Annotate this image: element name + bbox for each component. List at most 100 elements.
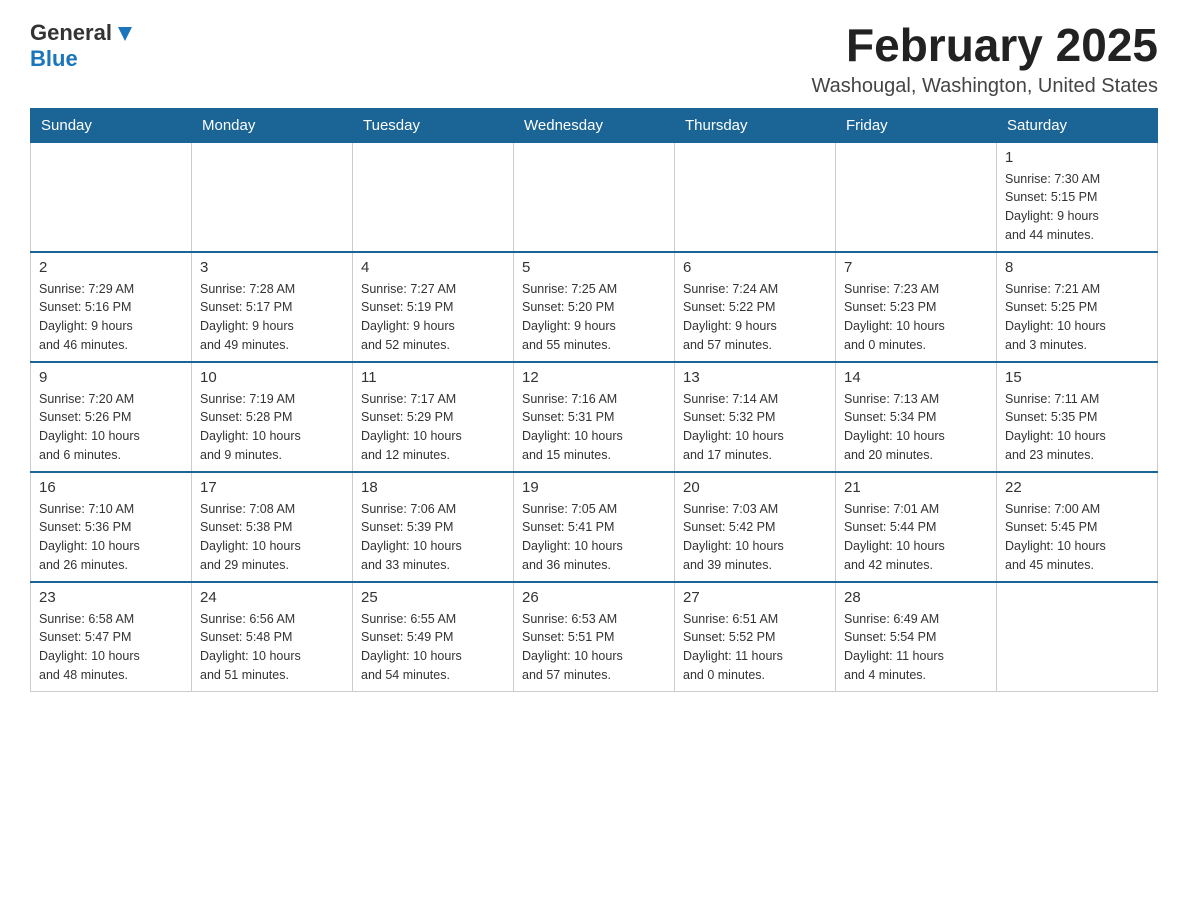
calendar-cell: 26 Sunrise: 6:53 AM Sunset: 5:51 PM Dayli… xyxy=(514,582,675,692)
day-info: Sunrise: 7:24 AM Sunset: 5:22 PM Dayligh… xyxy=(683,280,827,355)
calendar-cell: 27 Sunrise: 6:51 AM Sunset: 5:52 PM Dayli… xyxy=(675,582,836,692)
day-info: Sunrise: 7:00 AM Sunset: 5:45 PM Dayligh… xyxy=(1005,500,1149,575)
day-info: Sunrise: 6:58 AM Sunset: 5:47 PM Dayligh… xyxy=(39,610,183,685)
day-number: 16 xyxy=(39,479,183,496)
calendar-header-row: SundayMondayTuesdayWednesdayThursdayFrid… xyxy=(31,108,1158,142)
day-info: Sunrise: 7:19 AM Sunset: 5:28 PM Dayligh… xyxy=(200,390,344,465)
calendar-cell: 24Sunrise: 6:56 AM Sunset: 5:48 PM Dayli… xyxy=(192,582,353,692)
calendar-cell xyxy=(514,142,675,252)
day-info: Sunrise: 7:28 AM Sunset: 5:17 PM Dayligh… xyxy=(200,280,344,355)
calendar-cell xyxy=(353,142,514,252)
location-subtitle: Washougal, Washington, United States xyxy=(812,75,1158,98)
weekday-header-monday: Monday xyxy=(192,108,353,142)
day-number: 18 xyxy=(361,479,505,496)
day-info: Sunrise: 7:29 AM Sunset: 5:16 PM Dayligh… xyxy=(39,280,183,355)
calendar-cell: 10 Sunrise: 7:19 AM Sunset: 5:28 PM Dayli… xyxy=(192,362,353,472)
day-number: 5 xyxy=(522,259,666,276)
calendar-cell: 1 Sunrise: 7:30 AM Sunset: 5:15 PM Daylig… xyxy=(997,142,1158,252)
calendar-cell: 4 Sunrise: 7:27 AM Sunset: 5:19 PM Daylig… xyxy=(353,252,514,362)
calendar-cell: 13 Sunrise: 7:14 AM Sunset: 5:32 PM Dayli… xyxy=(675,362,836,472)
logo: General Blue xyxy=(30,20,136,72)
month-title: February 2025 xyxy=(812,20,1158,71)
day-number: 19 xyxy=(522,479,666,496)
page-header: General Blue February 2025 Washougal, Wa… xyxy=(30,20,1158,98)
day-number: 13 xyxy=(683,369,827,386)
calendar-cell: 9 Sunrise: 7:20 AM Sunset: 5:26 PM Daylig… xyxy=(31,362,192,472)
calendar-cell: 20Sunrise: 7:03 AM Sunset: 5:42 PM Dayli… xyxy=(675,472,836,582)
calendar-cell: 6 Sunrise: 7:24 AM Sunset: 5:22 PM Daylig… xyxy=(675,252,836,362)
calendar-week-row: 23 Sunrise: 6:58 AM Sunset: 5:47 PM Dayli… xyxy=(31,582,1158,692)
day-number: 27 xyxy=(683,589,827,606)
day-number: 14 xyxy=(844,369,988,386)
day-info: Sunrise: 7:25 AM Sunset: 5:20 PM Dayligh… xyxy=(522,280,666,355)
calendar-week-row: 2 Sunrise: 7:29 AM Sunset: 5:16 PM Daylig… xyxy=(31,252,1158,362)
weekday-header-saturday: Saturday xyxy=(997,108,1158,142)
day-number: 28 xyxy=(844,589,988,606)
calendar-table: SundayMondayTuesdayWednesdayThursdayFrid… xyxy=(30,108,1158,692)
day-info: Sunrise: 7:14 AM Sunset: 5:32 PM Dayligh… xyxy=(683,390,827,465)
calendar-cell: 28 Sunrise: 6:49 AM Sunset: 5:54 PM Dayli… xyxy=(836,582,997,692)
logo-blue: Blue xyxy=(30,46,78,72)
day-info: Sunrise: 7:08 AM Sunset: 5:38 PM Dayligh… xyxy=(200,500,344,575)
day-number: 2 xyxy=(39,259,183,276)
logo-general: General xyxy=(30,20,112,46)
day-number: 21 xyxy=(844,479,988,496)
calendar-week-row: 1 Sunrise: 7:30 AM Sunset: 5:15 PM Daylig… xyxy=(31,142,1158,252)
calendar-cell: 21 Sunrise: 7:01 AM Sunset: 5:44 PM Dayli… xyxy=(836,472,997,582)
day-number: 15 xyxy=(1005,369,1149,386)
title-block: February 2025 Washougal, Washington, Uni… xyxy=(812,20,1158,98)
day-info: Sunrise: 6:56 AM Sunset: 5:48 PM Dayligh… xyxy=(200,610,344,685)
day-info: Sunrise: 7:23 AM Sunset: 5:23 PM Dayligh… xyxy=(844,280,988,355)
weekday-header-sunday: Sunday xyxy=(31,108,192,142)
logo-triangle-icon xyxy=(114,23,136,45)
day-number: 26 xyxy=(522,589,666,606)
day-info: Sunrise: 7:05 AM Sunset: 5:41 PM Dayligh… xyxy=(522,500,666,575)
day-info: Sunrise: 7:11 AM Sunset: 5:35 PM Dayligh… xyxy=(1005,390,1149,465)
calendar-cell: 14 Sunrise: 7:13 AM Sunset: 5:34 PM Dayli… xyxy=(836,362,997,472)
calendar-cell xyxy=(836,142,997,252)
calendar-cell: 18 Sunrise: 7:06 AM Sunset: 5:39 PM Dayli… xyxy=(353,472,514,582)
day-number: 6 xyxy=(683,259,827,276)
day-info: Sunrise: 7:30 AM Sunset: 5:15 PM Dayligh… xyxy=(1005,170,1149,245)
calendar-cell: 16 Sunrise: 7:10 AM Sunset: 5:36 PM Dayli… xyxy=(31,472,192,582)
day-number: 3 xyxy=(200,259,344,276)
calendar-cell: 11Sunrise: 7:17 AM Sunset: 5:29 PM Dayli… xyxy=(353,362,514,472)
calendar-cell: 12Sunrise: 7:16 AM Sunset: 5:31 PM Dayli… xyxy=(514,362,675,472)
day-number: 7 xyxy=(844,259,988,276)
calendar-cell: 22 Sunrise: 7:00 AM Sunset: 5:45 PM Dayli… xyxy=(997,472,1158,582)
day-number: 4 xyxy=(361,259,505,276)
day-info: Sunrise: 7:17 AM Sunset: 5:29 PM Dayligh… xyxy=(361,390,505,465)
calendar-cell: 19 Sunrise: 7:05 AM Sunset: 5:41 PM Dayli… xyxy=(514,472,675,582)
day-number: 10 xyxy=(200,369,344,386)
day-number: 8 xyxy=(1005,259,1149,276)
day-number: 22 xyxy=(1005,479,1149,496)
day-number: 9 xyxy=(39,369,183,386)
calendar-cell: 17 Sunrise: 7:08 AM Sunset: 5:38 PM Dayli… xyxy=(192,472,353,582)
day-info: Sunrise: 6:49 AM Sunset: 5:54 PM Dayligh… xyxy=(844,610,988,685)
day-info: Sunrise: 7:06 AM Sunset: 5:39 PM Dayligh… xyxy=(361,500,505,575)
calendar-cell: 15 Sunrise: 7:11 AM Sunset: 5:35 PM Dayli… xyxy=(997,362,1158,472)
day-number: 1 xyxy=(1005,149,1149,166)
calendar-cell: 7 Sunrise: 7:23 AM Sunset: 5:23 PM Daylig… xyxy=(836,252,997,362)
day-number: 25 xyxy=(361,589,505,606)
day-info: Sunrise: 6:55 AM Sunset: 5:49 PM Dayligh… xyxy=(361,610,505,685)
day-number: 12 xyxy=(522,369,666,386)
day-info: Sunrise: 7:13 AM Sunset: 5:34 PM Dayligh… xyxy=(844,390,988,465)
calendar-cell: 5 Sunrise: 7:25 AM Sunset: 5:20 PM Daylig… xyxy=(514,252,675,362)
weekday-header-wednesday: Wednesday xyxy=(514,108,675,142)
day-info: Sunrise: 7:27 AM Sunset: 5:19 PM Dayligh… xyxy=(361,280,505,355)
calendar-cell xyxy=(997,582,1158,692)
day-info: Sunrise: 7:10 AM Sunset: 5:36 PM Dayligh… xyxy=(39,500,183,575)
calendar-cell: 3 Sunrise: 7:28 AM Sunset: 5:17 PM Daylig… xyxy=(192,252,353,362)
day-number: 23 xyxy=(39,589,183,606)
day-info: Sunrise: 7:20 AM Sunset: 5:26 PM Dayligh… xyxy=(39,390,183,465)
weekday-header-thursday: Thursday xyxy=(675,108,836,142)
weekday-header-tuesday: Tuesday xyxy=(353,108,514,142)
day-info: Sunrise: 6:51 AM Sunset: 5:52 PM Dayligh… xyxy=(683,610,827,685)
day-info: Sunrise: 7:01 AM Sunset: 5:44 PM Dayligh… xyxy=(844,500,988,575)
calendar-cell: 25 Sunrise: 6:55 AM Sunset: 5:49 PM Dayli… xyxy=(353,582,514,692)
calendar-cell xyxy=(31,142,192,252)
day-number: 17 xyxy=(200,479,344,496)
day-info: Sunrise: 6:53 AM Sunset: 5:51 PM Dayligh… xyxy=(522,610,666,685)
weekday-header-friday: Friday xyxy=(836,108,997,142)
